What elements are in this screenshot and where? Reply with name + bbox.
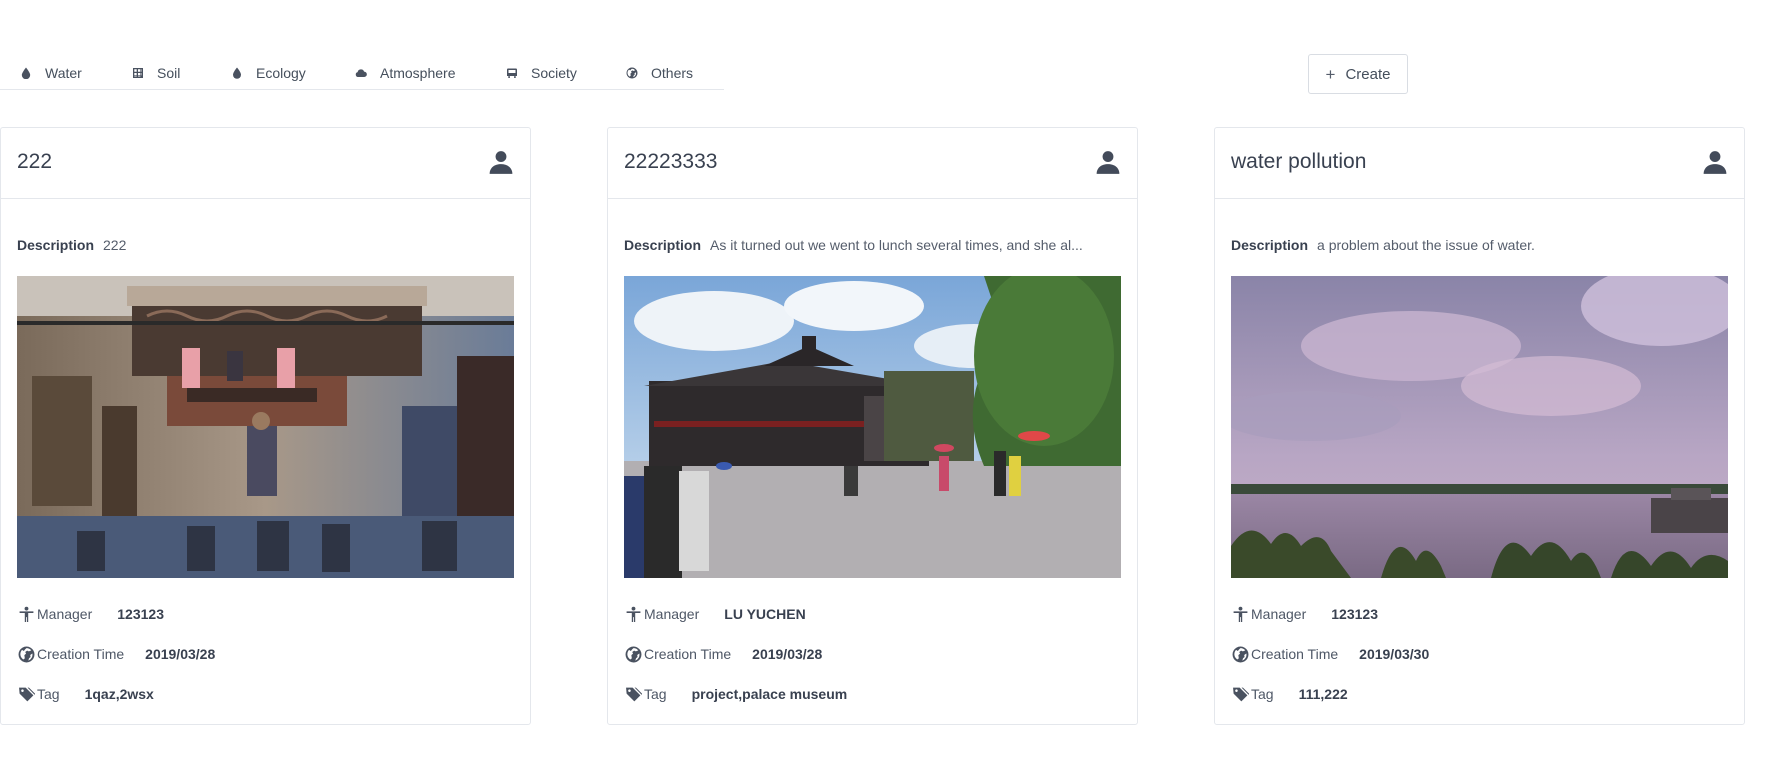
card-title[interactable]: 222 [17,150,52,174]
card-header: 22223333 [608,128,1137,199]
manager-value: 123123 [1331,606,1378,622]
creation-time-value: 2019/03/28 [145,646,216,662]
water-drop-icon [21,67,31,79]
description-label: Description [17,237,95,253]
description-value: As it turned out we went to lunch severa… [710,237,1083,253]
description-label: Description [624,237,702,253]
manager-row: Manager 123123 [1231,605,1378,623]
user-icon[interactable] [1702,149,1728,175]
globe-clock-icon [624,645,642,663]
creation-time-value: 2019/03/28 [752,646,823,662]
tab-label: Others [651,65,694,81]
card-photo[interactable] [17,276,514,578]
creation-time-label: Creation Time [37,646,125,662]
user-icon[interactable] [488,149,514,175]
project-card[interactable]: 22223333 Description As it turned out we … [607,127,1138,725]
tag-icon [17,685,35,703]
creation-time-row: Creation Time 2019/03/28 [624,645,822,663]
tab-society[interactable]: Society [506,63,577,83]
tab-ecology[interactable]: Ecology [231,63,306,83]
card-title[interactable]: water pollution [1231,150,1366,174]
manager-label: Manager [37,606,93,622]
project-card[interactable]: 222 Description 222 Manager 123123 Creat… [0,127,531,725]
card-photo[interactable] [1231,276,1728,578]
manager-value: 123123 [117,606,164,622]
grid-icon [133,68,143,78]
cloud-icon [355,69,367,77]
card-description: Description a problem about the issue of … [1231,237,1728,253]
card-description: Description 222 [17,237,514,253]
globe-icon [626,67,638,79]
globe-clock-icon [1231,645,1249,663]
tag-label: Tag [1251,686,1274,702]
leaf-drop-icon [233,67,241,79]
project-card[interactable]: water pollution Description a problem abo… [1214,127,1745,725]
tab-others[interactable]: Others [626,63,693,83]
tab-label: Water [45,65,82,81]
create-button-label: Create [1345,65,1391,83]
description-value: a problem about the issue of water. [1317,237,1535,253]
tag-label: Tag [644,686,667,702]
category-tabs: Water Soil Ecology Atmosphere Society Ot… [0,55,724,90]
bus-icon [507,68,517,78]
tab-label: Soil [157,65,181,81]
tag-value: project,palace museum [691,686,848,702]
creation-time-label: Creation Time [644,646,732,662]
person-icon [17,605,35,623]
creation-time-value: 2019/03/30 [1359,646,1430,662]
tab-label: Atmosphere [380,65,456,81]
description-value: 222 [103,237,127,253]
tag-value: 111,222 [1298,686,1348,702]
user-icon[interactable] [1095,149,1121,175]
description-label: Description [1231,237,1309,253]
card-photo[interactable] [624,276,1121,578]
tag-label: Tag [37,686,60,702]
tag-value: 1qaz,2wsx [84,686,154,702]
creation-time-label: Creation Time [1251,646,1339,662]
tab-label: Society [531,65,577,81]
manager-label: Manager [1251,606,1307,622]
card-header: water pollution [1215,128,1744,199]
tab-soil[interactable]: Soil [132,63,180,83]
create-button[interactable]: + Create [1308,54,1408,94]
tab-label: Ecology [256,65,306,81]
manager-value: LU YUCHEN [724,606,806,622]
card-description: Description As it turned out we went to l… [624,237,1121,253]
tab-atmosphere[interactable]: Atmosphere [355,63,455,83]
creation-time-row: Creation Time 2019/03/30 [1231,645,1429,663]
manager-row: Manager 123123 [17,605,164,623]
card-title[interactable]: 22223333 [624,150,717,174]
person-icon [624,605,642,623]
plus-icon: + [1325,64,1336,84]
tag-row: Tag 111,222 [1231,685,1348,703]
tag-row: Tag project,palace museum [624,685,847,703]
tag-row: Tag 1qaz,2wsx [17,685,154,703]
tab-water[interactable]: Water [20,63,82,83]
globe-clock-icon [17,645,35,663]
card-header: 222 [1,128,530,199]
tag-icon [1231,685,1249,703]
manager-label: Manager [644,606,700,622]
creation-time-row: Creation Time 2019/03/28 [17,645,215,663]
tag-icon [624,685,642,703]
manager-row: Manager LU YUCHEN [624,605,806,623]
person-icon [1231,605,1249,623]
